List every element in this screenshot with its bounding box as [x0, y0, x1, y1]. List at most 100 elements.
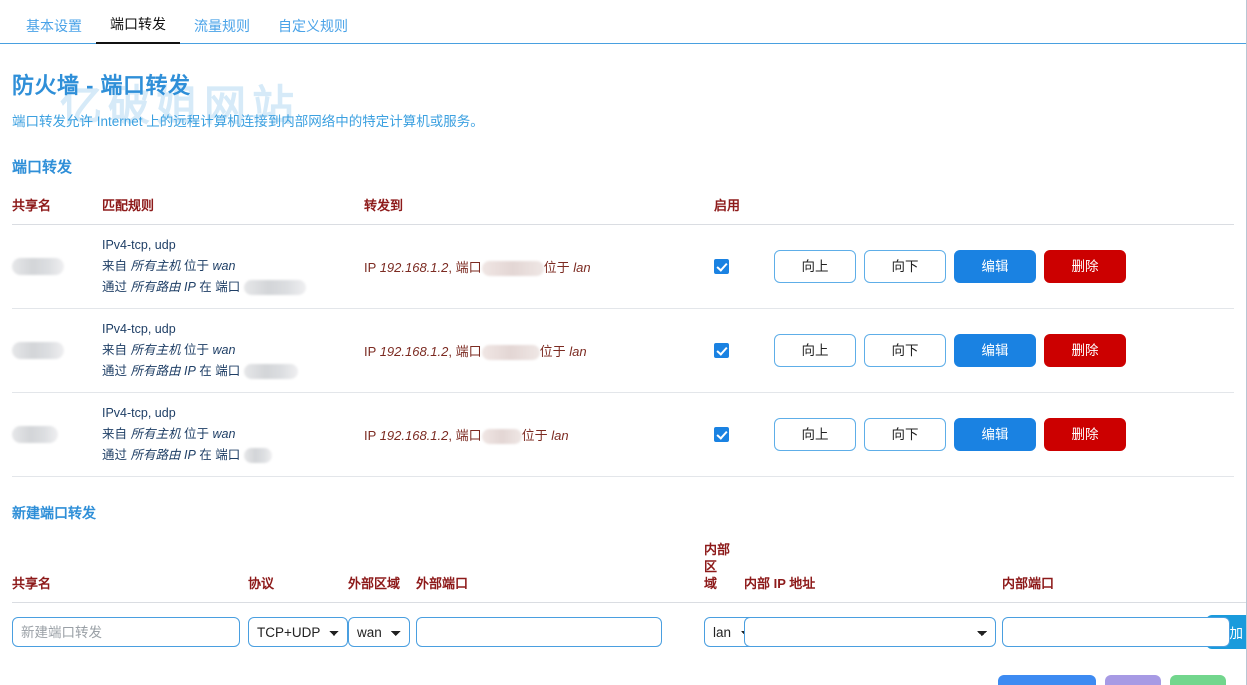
col-header-forward-to: 转发到: [364, 195, 714, 225]
forward-ip-label: IP: [364, 428, 376, 443]
match-from-zone: wan: [213, 427, 236, 441]
match-from-zone: wan: [213, 343, 236, 357]
cell-forward-to: IP 192.168.1.2, 端口位于 lan: [364, 225, 714, 309]
cell-match-rule: IPv4-tcp, udp 来自 所有主机 位于 wan 通过 所有路由 IP …: [102, 225, 364, 309]
redacted-share-name: [12, 426, 58, 443]
match-from-value: 所有主机: [131, 259, 181, 273]
redacted-via-port: [244, 364, 298, 379]
new-rule-input-row: TCP+UDP TCP UDP 其他... wan lan: [12, 603, 1247, 650]
col-header-actions: [774, 195, 1234, 225]
cell-match-rule: IPv4-tcp, udp 来自 所有主机 位于 wan 通过 所有路由 IP …: [102, 393, 364, 477]
protocol-select[interactable]: TCP+UDP TCP UDP 其他...: [248, 617, 348, 647]
internal-port-input[interactable]: [1002, 617, 1230, 647]
page-description: 端口转发允许 Internet 上的远程计算机连接到内部网络中的特定计算机或服务…: [12, 110, 1234, 130]
match-from-value: 所有主机: [131, 343, 181, 357]
move-up-button[interactable]: 向上: [774, 250, 856, 283]
cell-actions: 向上 向下 编辑 删除: [774, 225, 1234, 309]
external-zone-select[interactable]: wan lan: [348, 617, 410, 647]
match-from-prefix: 来自: [102, 259, 127, 273]
external-port-input[interactable]: [416, 617, 662, 647]
match-via-mid: 在 端口: [199, 448, 240, 462]
forward-ip-label: IP: [364, 260, 376, 275]
cell-forward-to: IP 192.168.1.2, 端口位于 lan: [364, 309, 714, 393]
cell-internal-ip: [744, 603, 1002, 650]
col-header-internal-ip: 内部 IP 地址: [744, 541, 1002, 603]
firewall-port-forward-page: 亿破姐网站 基本设置 端口转发 流量规则 自定义规则 防火墙 - 端口转发 端口…: [0, 0, 1247, 685]
match-via: 通过 所有路由 IP 在 端口: [102, 277, 364, 298]
move-down-button[interactable]: 向下: [864, 250, 946, 283]
footer-action-bar: 保存并应用 保存 复位: [12, 675, 1234, 685]
forward-at-label: 位于: [540, 344, 566, 359]
move-down-button[interactable]: 向下: [864, 418, 946, 451]
move-up-button[interactable]: 向上: [774, 334, 856, 367]
match-from-zone: wan: [213, 259, 236, 273]
table-row: IPv4-tcp, udp 来自 所有主机 位于 wan 通过 所有路由 IP …: [12, 393, 1234, 477]
match-source: 来自 所有主机 位于 wan: [102, 256, 364, 277]
table-row: IPv4-tcp, udp 来自 所有主机 位于 wan 通过 所有路由 IP …: [12, 309, 1234, 393]
reset-button[interactable]: 复位: [1170, 675, 1226, 685]
cell-new-share-name: [12, 603, 248, 650]
cell-protocol: TCP+UDP TCP UDP 其他...: [248, 603, 348, 650]
enable-checkbox[interactable]: [714, 343, 729, 358]
match-via-prefix: 通过: [102, 448, 127, 462]
redacted-via-port: [244, 280, 306, 295]
rules-section-title: 端口转发: [12, 156, 1234, 177]
share-name-input[interactable]: [12, 617, 240, 647]
cell-external-zone: wan lan: [348, 603, 416, 650]
col-header-enable: 启用: [714, 195, 774, 225]
move-down-button[interactable]: 向下: [864, 334, 946, 367]
cell-actions: 向上 向下 编辑 删除: [774, 309, 1234, 393]
match-via-mid: 在 端口: [199, 364, 240, 378]
cell-share-name: [12, 225, 102, 309]
delete-button[interactable]: 删除: [1044, 418, 1126, 451]
page-title: 防火墙 - 端口转发: [12, 68, 1234, 100]
col-header-add: [1206, 541, 1247, 603]
enable-checkbox[interactable]: [714, 259, 729, 274]
match-protocol: IPv4-tcp, udp: [102, 403, 364, 424]
new-rule-section-title: 新建端口转发: [12, 503, 1234, 523]
edit-button[interactable]: 编辑: [954, 250, 1036, 283]
tab-basic-settings[interactable]: 基本设置: [12, 13, 96, 44]
forward-port-label: , 端口: [448, 344, 481, 359]
cell-share-name: [12, 393, 102, 477]
internal-zone-line1: 内部区: [704, 542, 730, 574]
redacted-forward-port: [482, 345, 540, 360]
row-action-group: 向上 向下 编辑 删除: [774, 418, 1234, 451]
forward-zone: lan: [551, 428, 568, 443]
match-via: 通过 所有路由 IP 在 端口: [102, 361, 364, 382]
table-row: IPv4-tcp, udp 来自 所有主机 位于 wan 通过 所有路由 IP …: [12, 225, 1234, 309]
new-rule-form: 共享名 协议 外部区域 外部端口 内部区 域 内部 IP 地址 内部端口: [12, 541, 1247, 649]
forward-zone: lan: [569, 344, 586, 359]
tab-port-forward[interactable]: 端口转发: [96, 11, 180, 44]
col-header-internal-zone: 内部区 域: [704, 541, 744, 603]
move-up-button[interactable]: 向上: [774, 418, 856, 451]
enable-checkbox[interactable]: [714, 427, 729, 442]
match-from-prefix: 来自: [102, 343, 127, 357]
col-header-internal-port: 内部端口: [1002, 541, 1206, 603]
col-header-match-rule: 匹配规则: [102, 195, 364, 225]
match-via-value: 所有路由 IP: [131, 280, 196, 294]
match-from-value: 所有主机: [131, 427, 181, 441]
cell-forward-to: IP 192.168.1.2, 端口位于 lan: [364, 393, 714, 477]
redacted-forward-port: [482, 429, 522, 444]
internal-ip-select[interactable]: [744, 617, 996, 647]
tab-traffic-rules[interactable]: 流量规则: [180, 13, 264, 44]
col-header-share-name: 共享名: [12, 195, 102, 225]
match-from-mid: 位于: [184, 343, 209, 357]
delete-button[interactable]: 删除: [1044, 334, 1126, 367]
delete-button[interactable]: 删除: [1044, 250, 1126, 283]
edit-button[interactable]: 编辑: [954, 418, 1036, 451]
save-button[interactable]: 保存: [1105, 675, 1161, 685]
save-and-apply-button[interactable]: 保存并应用: [998, 675, 1096, 685]
forward-ip-label: IP: [364, 344, 376, 359]
tab-custom-rules[interactable]: 自定义规则: [264, 13, 362, 44]
match-source: 来自 所有主机 位于 wan: [102, 424, 364, 445]
page-content: 防火墙 - 端口转发 端口转发允许 Internet 上的远程计算机连接到内部网…: [0, 68, 1246, 685]
redacted-forward-port: [482, 261, 544, 276]
forward-zone: lan: [573, 260, 590, 275]
edit-button[interactable]: 编辑: [954, 334, 1036, 367]
col-header-external-zone: 外部区域: [348, 541, 416, 603]
match-from-prefix: 来自: [102, 427, 127, 441]
forward-at-label: 位于: [544, 260, 570, 275]
table-header-row: 共享名 匹配规则 转发到 启用: [12, 195, 1234, 225]
